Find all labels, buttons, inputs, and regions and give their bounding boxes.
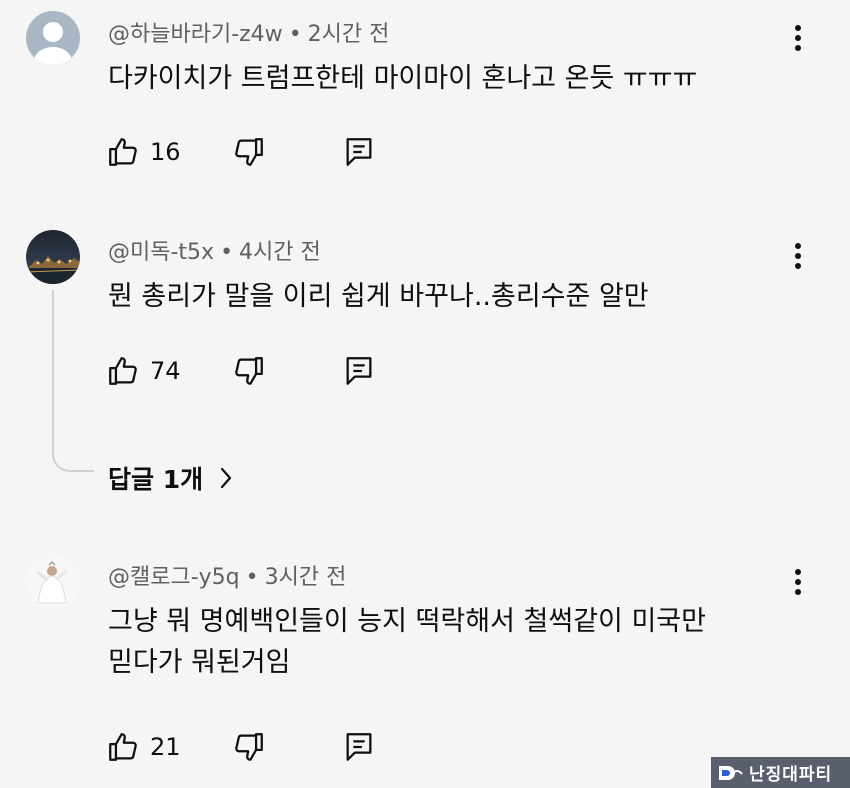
like-count: 74 (150, 357, 181, 385)
comment-reply-icon (346, 138, 372, 166)
comment-meta: @하늘바라기-z4w • 2시간 전 (108, 16, 389, 48)
comment-text-line: 믿다가 뭐된거임 (108, 647, 291, 678)
reply-button[interactable] (342, 132, 376, 172)
watermark-logo-icon (719, 765, 743, 780)
comments-page: @하늘바라기-z4w • 2시간 전 다카이치가 트럼프한테 마이마이 혼나고 온듯… (0, 0, 850, 788)
site-watermark: 난징대파티 (711, 757, 850, 788)
comment-meta: @캘로그-y5q • 3시간 전 (108, 559, 346, 591)
more-options-button[interactable] (784, 564, 812, 600)
timestamp: 2시간 전 (307, 22, 390, 47)
separator-dot: • (245, 565, 259, 590)
more-options-button[interactable] (784, 20, 812, 56)
separator-dot: • (220, 240, 234, 265)
more-vertical-icon (795, 569, 801, 595)
white-figure-photo-avatar-icon (26, 555, 80, 609)
reply-button[interactable] (342, 351, 376, 391)
chevron-right-icon (221, 467, 232, 489)
replies-label: 답글 1개 (108, 465, 204, 494)
like-count: 21 (150, 733, 181, 761)
watermark-text: 난징대파티 (749, 765, 833, 785)
author-name[interactable]: @하늘바라기-z4w (108, 22, 283, 47)
thread-connector-line (52, 290, 94, 472)
comment-text-line: 그냥 뭐 명예백인들이 능지 떡락해서 철썩같이 미국만 (108, 606, 706, 637)
separator-dot: • (288, 22, 302, 47)
avatar[interactable] (26, 230, 80, 284)
avatar[interactable] (26, 11, 80, 65)
comment-text: 다카이치가 트럼프한테 마이마이 혼나고 온듯 ㅠㅠㅠ (108, 63, 698, 94)
comment-text: 그냥 뭐 명예백인들이 능지 떡락해서 철썩같이 미국만 믿다가 뭐된거임 (108, 601, 760, 683)
author-name[interactable]: @미독-t5x (108, 240, 214, 265)
thumbs-down-icon (235, 357, 263, 385)
like-button[interactable]: 21 (106, 727, 181, 767)
like-count: 16 (150, 138, 181, 166)
author-name[interactable]: @캘로그-y5q (108, 565, 240, 590)
more-vertical-icon (795, 25, 801, 51)
thumbs-up-icon (109, 357, 137, 385)
night-city-photo-avatar-icon (26, 230, 80, 284)
dislike-button[interactable] (232, 132, 266, 172)
timestamp: 3시간 전 (264, 565, 347, 590)
thumbs-up-icon (109, 138, 137, 166)
comment-text: 뭔 총리가 말을 이리 쉽게 바꾸나..총리수준 알만 (108, 281, 649, 312)
comment-meta: @미독-t5x • 4시간 전 (108, 234, 321, 266)
dislike-button[interactable] (232, 351, 266, 391)
like-button[interactable]: 74 (106, 351, 181, 391)
thumbs-down-icon (235, 138, 263, 166)
dislike-button[interactable] (232, 727, 266, 767)
default-person-avatar-icon (26, 11, 80, 65)
timestamp: 4시간 전 (239, 240, 321, 265)
thumbs-up-icon (109, 733, 137, 761)
comment-reply-icon (346, 357, 372, 385)
thumbs-down-icon (235, 733, 263, 761)
more-vertical-icon (795, 243, 801, 269)
comment-reply-icon (346, 733, 372, 761)
more-options-button[interactable] (784, 238, 812, 274)
avatar[interactable] (26, 555, 80, 609)
like-button[interactable]: 16 (106, 132, 181, 172)
view-replies-button[interactable]: 답글 1개 (108, 458, 233, 498)
reply-button[interactable] (342, 727, 376, 767)
